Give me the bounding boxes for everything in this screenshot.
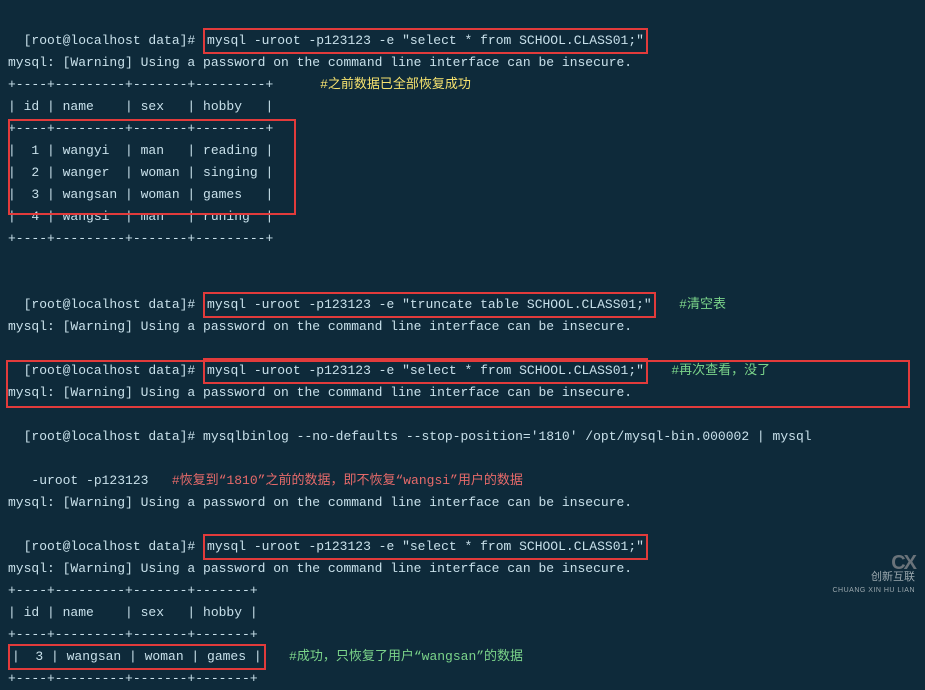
mysql-warning: mysql: [Warning] Using a password on the…: [8, 492, 917, 514]
mysqlbinlog-cmd-cont: -uroot -p123123: [24, 473, 149, 488]
annotation: #之前数据已全部恢复成功: [320, 77, 471, 92]
logo-subtext: CHUANG XIN HU LIAN: [832, 584, 915, 598]
annotation: #成功，只恢复了用户“wangsan”的数据: [289, 649, 523, 664]
annotation: #清空表: [679, 297, 726, 312]
mysql-warning: mysql: [Warning] Using a password on the…: [8, 558, 917, 580]
annotation: #恢复到“1810”之前的数据，即不恢复“wangsi”用户的数据: [172, 473, 523, 488]
shell-prompt: [root@localhost data]#: [24, 33, 203, 48]
mysql-warning: mysql: [Warning] Using a password on the…: [8, 52, 917, 74]
logo-text: 创新互联: [832, 570, 915, 584]
watermark-logo: CX 创新互联 CHUANG XIN HU LIAN: [832, 556, 915, 598]
table-separator: +----+---------+-------+-------+: [8, 580, 917, 602]
restored-row: | 3 | wangsan | woman | games |: [8, 644, 266, 670]
mysql-select-cmd: mysql -uroot -p123123 -e "select * from …: [203, 28, 648, 54]
annotation: #再次查看，没了: [671, 363, 770, 378]
table-row: | 1 | wangyi | man | reading |: [8, 140, 917, 162]
table-separator: +----+---------+-------+---------+ #之前数据…: [8, 74, 917, 96]
mysql-warning: mysql: [Warning] Using a password on the…: [8, 382, 917, 404]
shell-prompt: [root@localhost data]#: [24, 539, 203, 554]
terminal-line: -uroot -p123123 #恢复到“1810”之前的数据，即不恢复“wan…: [8, 448, 917, 492]
shell-prompt: [root@localhost data]#: [24, 363, 203, 378]
mysql-truncate-cmd: mysql -uroot -p123123 -e "truncate table…: [203, 292, 656, 318]
table-separator: +----+---------+-------+-------+: [8, 624, 917, 646]
table-row: | 4 | wangsi | man | runing |: [8, 206, 917, 228]
table-separator: +----+---------+-------+-------+: [8, 668, 917, 690]
mysql-select-cmd: mysql -uroot -p123123 -e "select * from …: [203, 358, 648, 384]
shell-prompt: [root@localhost data]#: [24, 429, 203, 444]
terminal-line: [root@localhost data]# mysql -uroot -p12…: [8, 514, 917, 558]
table-separator: +----+---------+-------+---------+: [8, 118, 917, 140]
terminal-line: [root@localhost data]# mysql -uroot -p12…: [8, 272, 917, 316]
mysql-select-cmd: mysql -uroot -p123123 -e "select * from …: [203, 534, 648, 560]
table-row: | 2 | wanger | woman | singing |: [8, 162, 917, 184]
logo-mark: CX: [832, 556, 915, 570]
terminal-line: [root@localhost data]# mysqlbinlog --no-…: [8, 404, 917, 448]
table-separator: +----+---------+-------+---------+: [8, 228, 917, 250]
terminal-line: [root@localhost data]# mysql -uroot -p12…: [8, 8, 917, 52]
table-header: | id | name | sex | hobby |: [8, 602, 917, 624]
table-row: | 3 | wangsan | woman | games |: [8, 184, 917, 206]
terminal-line: [root@localhost data]# mysql -uroot -p12…: [8, 338, 917, 382]
table-header: | id | name | sex | hobby |: [8, 96, 917, 118]
table-row: | 3 | wangsan | woman | games | #成功，只恢复了…: [8, 646, 917, 668]
mysql-warning: mysql: [Warning] Using a password on the…: [8, 316, 917, 338]
mysqlbinlog-cmd: mysqlbinlog --no-defaults --stop-positio…: [203, 429, 819, 444]
blank-line: [8, 250, 917, 272]
shell-prompt: [root@localhost data]#: [24, 297, 203, 312]
